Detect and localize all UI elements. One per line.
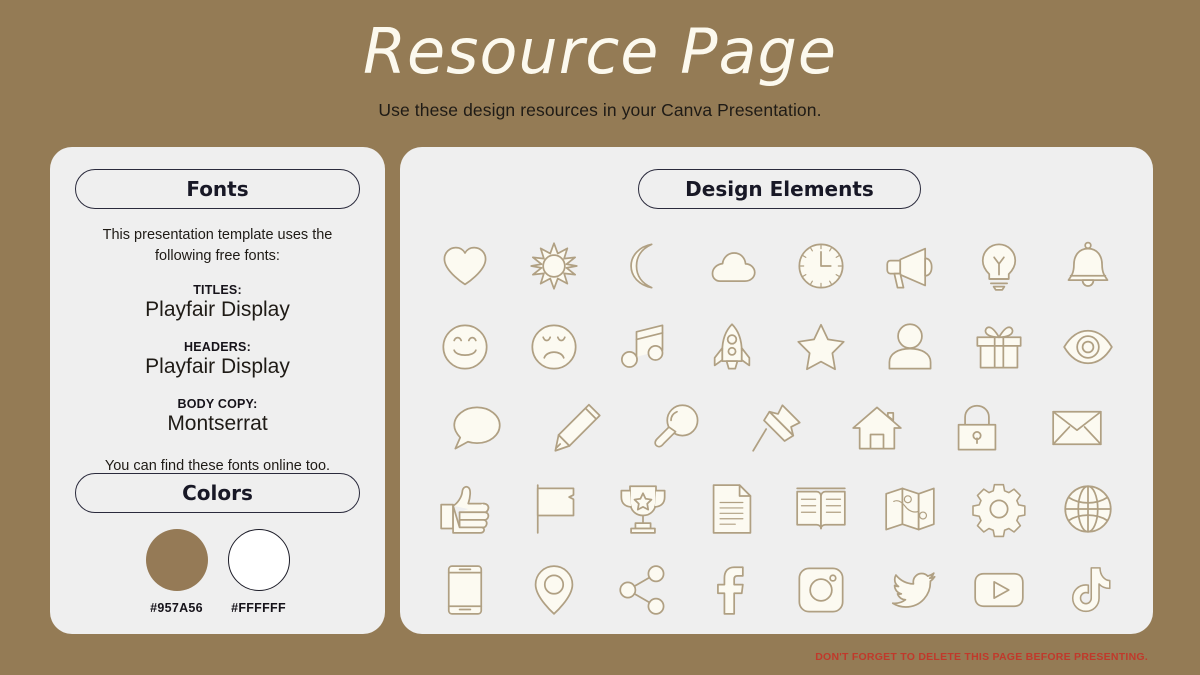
lightbulb-icon[interactable] — [955, 240, 1044, 292]
swatch-dot — [227, 529, 290, 591]
phone-icon[interactable] — [421, 564, 510, 616]
instagram-icon[interactable] — [777, 564, 866, 616]
fonts-intro-text: This presentation template uses the foll… — [102, 227, 333, 264]
pencil-icon[interactable] — [527, 402, 627, 454]
font-role-label: BODY COPY: — [177, 396, 258, 411]
eye-icon[interactable] — [1044, 321, 1133, 373]
icon-row — [400, 306, 1153, 387]
magnifier-icon[interactable] — [627, 402, 727, 454]
font-group-headers: HEADERS: Playfair Display — [50, 340, 385, 380]
font-name-value: Playfair Display — [145, 298, 290, 322]
music-note-icon[interactable] — [599, 321, 688, 373]
font-name-value: Montserrat — [167, 411, 268, 435]
fonts-card: Fonts This presentation template uses th… — [50, 147, 385, 634]
icon-row — [400, 549, 1153, 630]
page-title: Resource Page — [362, 15, 838, 88]
font-role-label: TITLES: — [193, 283, 242, 298]
color-swatch-list: #957A56 #FFFFFF — [50, 529, 385, 615]
person-icon[interactable] — [866, 321, 955, 373]
document-icon[interactable] — [688, 483, 777, 535]
swatch-hex-label: #957A56 — [150, 601, 203, 615]
icon-grid — [400, 225, 1153, 630]
fonts-card-body: This presentation template uses the foll… — [50, 225, 385, 474]
font-role-label: HEADERS: — [184, 339, 251, 354]
font-group-titles: TITLES: Playfair Display — [50, 283, 385, 323]
open-book-icon[interactable] — [777, 483, 866, 535]
colors-heading-pill: Colors — [75, 473, 360, 513]
smiley-face-icon[interactable] — [421, 321, 510, 373]
icon-row — [400, 468, 1153, 549]
gear-icon[interactable] — [955, 483, 1044, 537]
page-header: Resource Page Use these design resources… — [0, 0, 1200, 121]
pushpin-icon[interactable] — [727, 402, 827, 454]
tiktok-icon[interactable] — [1044, 564, 1133, 616]
gift-icon[interactable] — [955, 321, 1044, 373]
font-group-body-copy: BODY COPY: Montserrat — [50, 397, 385, 437]
share-icon[interactable] — [599, 564, 688, 616]
speech-bubble-icon[interactable] — [427, 402, 527, 454]
map-icon[interactable] — [866, 483, 955, 535]
star-icon[interactable] — [777, 321, 866, 373]
cloud-icon[interactable] — [688, 240, 777, 292]
icon-row — [400, 225, 1153, 306]
clock-icon[interactable] — [777, 240, 866, 292]
lock-icon[interactable] — [927, 402, 1027, 454]
sad-face-icon[interactable] — [510, 321, 599, 373]
location-pin-icon[interactable] — [510, 564, 599, 616]
page-subtitle: Use these design resources in your Canva… — [378, 100, 822, 121]
envelope-icon[interactable] — [1027, 402, 1127, 454]
house-icon[interactable] — [827, 402, 927, 454]
design-elements-card: Design Elements — [400, 147, 1153, 634]
delete-page-warning: DON'T FORGET TO DELETE THIS PAGE BEFORE … — [815, 651, 1148, 663]
swatch-dot — [145, 529, 208, 591]
moon-icon[interactable] — [599, 240, 688, 292]
youtube-icon[interactable] — [955, 564, 1044, 616]
rocket-icon[interactable] — [688, 321, 777, 373]
facebook-icon[interactable] — [688, 564, 777, 616]
sun-icon[interactable] — [510, 240, 599, 292]
thumbs-up-icon[interactable] — [421, 483, 510, 535]
design-elements-heading-pill: Design Elements — [638, 169, 921, 209]
trophy-icon[interactable] — [599, 483, 688, 535]
font-name-value: Playfair Display — [145, 354, 290, 378]
icon-row — [400, 387, 1153, 468]
megaphone-icon[interactable] — [866, 240, 955, 292]
color-swatch-brown: #957A56 — [145, 529, 208, 615]
twitter-icon[interactable] — [866, 564, 955, 616]
fonts-heading-pill: Fonts — [75, 169, 360, 209]
bell-icon[interactable] — [1044, 240, 1133, 292]
heart-icon[interactable] — [421, 240, 510, 292]
globe-icon[interactable] — [1044, 483, 1133, 535]
color-swatch-white: #FFFFFF — [227, 529, 290, 615]
swatch-hex-label: #FFFFFF — [231, 601, 286, 615]
flag-icon[interactable] — [510, 483, 599, 535]
